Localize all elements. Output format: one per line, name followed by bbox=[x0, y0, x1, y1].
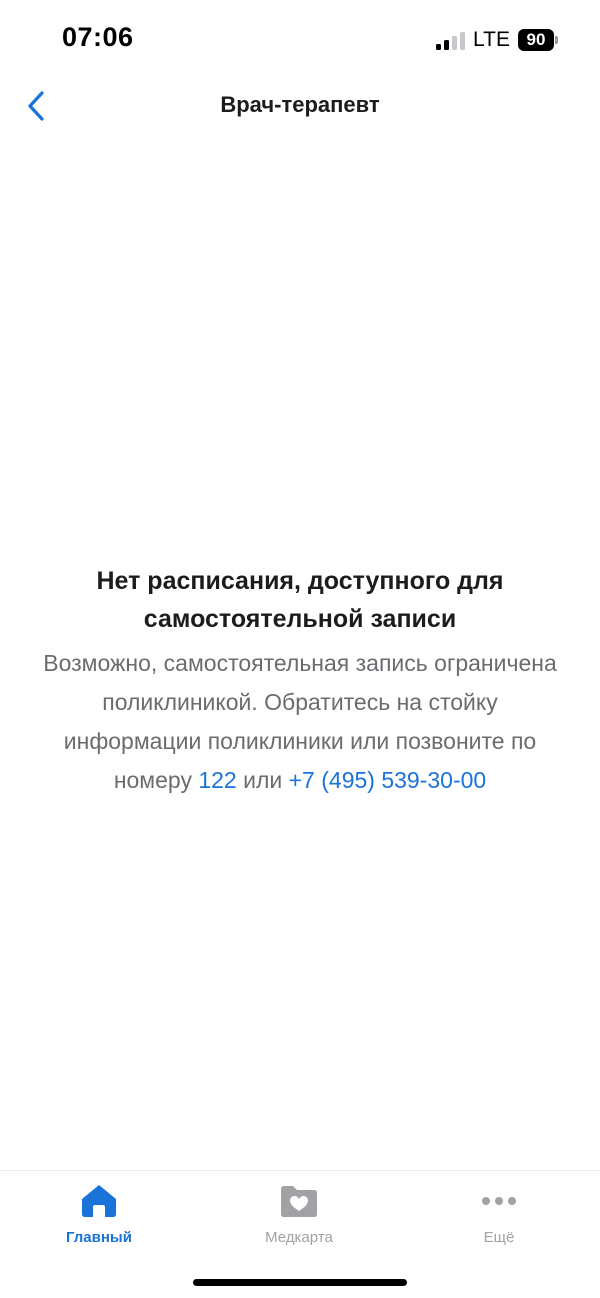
status-bar: 07:06 LTE 90 bbox=[0, 0, 600, 80]
tab-more[interactable]: Ещё bbox=[419, 1181, 579, 1253]
empty-state: Нет расписания, доступного для самостоят… bbox=[40, 562, 560, 800]
empty-state-title: Нет расписания, доступного для самостоят… bbox=[96, 567, 504, 633]
home-indicator[interactable] bbox=[193, 1279, 407, 1286]
phone-link-full[interactable]: +7 (495) 539-30-00 bbox=[289, 767, 487, 793]
nav-bar: Врач-терапевт bbox=[0, 80, 600, 132]
tab-home[interactable]: Главный bbox=[19, 1181, 179, 1253]
status-indicators: LTE 90 bbox=[436, 28, 558, 52]
tab-medcard-label: Медкарта bbox=[265, 1229, 333, 1246]
signal-strength-icon bbox=[436, 30, 466, 50]
more-dots-icon bbox=[479, 1181, 519, 1221]
battery-icon: 90 bbox=[518, 29, 558, 51]
page-title: Врач-терапевт bbox=[220, 92, 380, 117]
tab-more-label: Ещё bbox=[483, 1229, 515, 1246]
home-icon bbox=[79, 1181, 119, 1221]
empty-state-message: Возможно, самостоятельная запись огранич… bbox=[40, 644, 560, 800]
phone-link-short[interactable]: 122 bbox=[198, 767, 236, 793]
tab-home-label: Главный bbox=[66, 1229, 132, 1246]
medcard-folder-icon bbox=[279, 1181, 319, 1221]
tab-medcard[interactable]: Медкарта bbox=[219, 1181, 379, 1253]
network-type: LTE bbox=[473, 28, 510, 51]
tab-bar: Главный Медкарта Ещё bbox=[0, 1170, 600, 1298]
battery-level: 90 bbox=[518, 29, 554, 51]
status-time: 07:06 bbox=[62, 22, 134, 52]
empty-state-connector: или bbox=[236, 767, 289, 793]
